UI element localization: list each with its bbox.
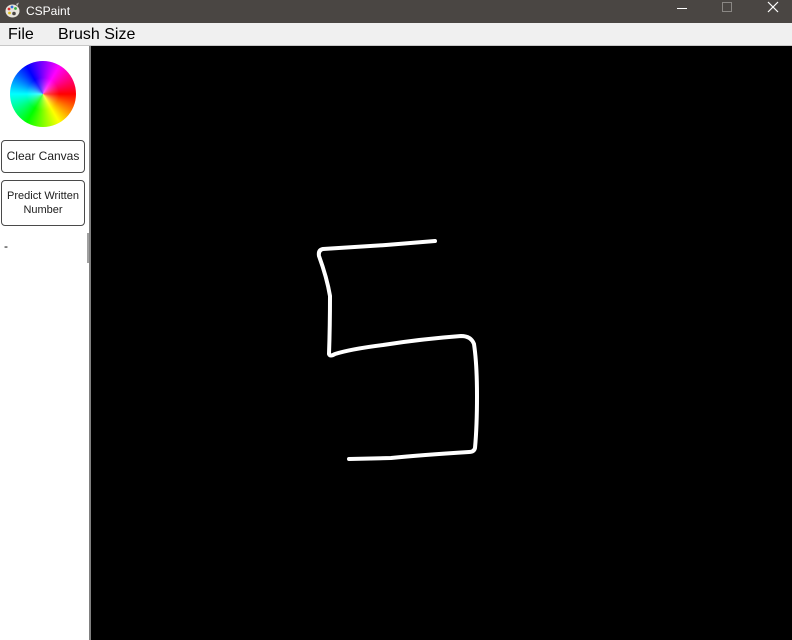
minimize-button[interactable] [659, 0, 705, 23]
close-button[interactable] [749, 0, 792, 23]
clear-canvas-button[interactable]: Clear Canvas [1, 140, 85, 173]
menu-brush-size[interactable]: Brush Size [58, 25, 135, 45]
drawn-digit-five [316, 239, 479, 461]
tool-sidebar: Clear Canvas Predict Written Number - [0, 46, 89, 640]
window-title: CSPaint [26, 4, 71, 18]
maximize-icon [722, 2, 732, 12]
menu-file[interactable]: File [8, 25, 34, 45]
color-wheel-highlight [10, 61, 76, 127]
title-bar[interactable]: CSPaint [0, 0, 792, 23]
predict-number-label: Predict Written Number [7, 190, 79, 216]
maximize-button[interactable] [704, 0, 750, 23]
predict-number-button[interactable]: Predict Written Number [1, 180, 85, 226]
drawing-canvas[interactable] [91, 46, 792, 640]
paint-palette-icon [4, 2, 21, 19]
minimize-icon [677, 8, 687, 9]
close-icon [767, 1, 779, 13]
menu-bar: File Brush Size [0, 23, 792, 46]
prediction-result: - [4, 239, 8, 253]
